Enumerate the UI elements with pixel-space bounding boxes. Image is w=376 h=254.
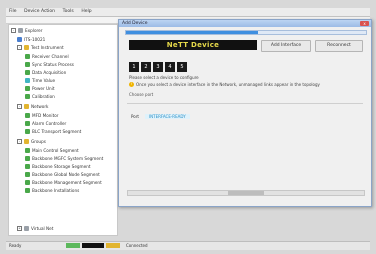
device-icon [25, 172, 30, 177]
instruction-text: Please select a device to configure [129, 75, 199, 80]
device-icon [25, 156, 30, 161]
folder-icon [24, 104, 29, 109]
add-device-dialog: Add Device x NeTT Device Add Interface R… [118, 19, 372, 207]
tree-item[interactable]: Calibration [25, 93, 55, 100]
tree-item[interactable]: - Test Instrument [17, 44, 64, 51]
menu-bar: File Device Action Tools Help [6, 8, 370, 17]
tree-item[interactable]: Backbone Installations [25, 187, 79, 194]
tree-item[interactable]: BLC Transport Segment [25, 128, 81, 135]
tree-item[interactable]: MFD Monitor [25, 112, 59, 119]
device-icon [25, 129, 30, 134]
device-icon [25, 148, 30, 153]
collapse-icon[interactable]: - [17, 139, 22, 144]
device-icon [25, 62, 30, 67]
device-icon [25, 94, 30, 99]
tree-item[interactable]: Backbone Storage Segment [25, 163, 91, 170]
folder-icon [24, 226, 29, 231]
tree-item[interactable]: - Network [17, 103, 48, 110]
warning-text: Once you select a device interface in th… [136, 82, 320, 87]
tree-item[interactable]: + Virtual Net [17, 225, 53, 232]
clock-icon [25, 78, 30, 83]
status-mid: Connected [126, 243, 148, 248]
tree-item[interactable]: Sync Status Process [25, 61, 74, 68]
navigation-tree: - Explorer ITS-10021 - Test Instrument R… [8, 24, 118, 236]
expand-icon[interactable]: + [17, 226, 22, 231]
collapse-icon[interactable]: - [17, 45, 22, 50]
warning-icon: ! [129, 82, 134, 87]
status-left: Ready [9, 243, 22, 248]
dialog-titlebar[interactable]: Add Device x [119, 20, 371, 27]
key-group: 1 2 3 4 5 [129, 62, 187, 72]
close-button[interactable]: x [360, 21, 369, 26]
key-4[interactable]: 4 [165, 62, 175, 72]
menu-tools[interactable]: Tools [60, 8, 77, 16]
collapse-icon[interactable]: - [17, 104, 22, 109]
warning-row: ! Once you select a device interface in … [129, 82, 320, 87]
folder-icon [18, 28, 23, 33]
device-icon [25, 70, 30, 75]
tree-item[interactable]: Data Acquisition [25, 69, 66, 76]
dialog-title: Add Device [122, 21, 148, 26]
tree-root[interactable]: - Explorer [11, 27, 42, 34]
tree-item[interactable]: Time Value [25, 77, 55, 84]
device-icon [25, 180, 30, 185]
choose-port-label: Choose port [129, 92, 154, 97]
tree-item[interactable]: - Groups [17, 138, 46, 145]
status-dark-indicator [82, 243, 104, 248]
tree-item[interactable]: Backbone Global Node Segment [25, 171, 100, 178]
tree-item[interactable]: Alarm Controller [25, 120, 66, 127]
status-ok-indicator [66, 243, 80, 248]
tree-item[interactable]: Receiver Channel [25, 53, 69, 60]
device-icon [25, 113, 30, 118]
reconnect-button[interactable]: Reconnect [315, 40, 363, 52]
collapse-icon[interactable]: - [11, 28, 16, 33]
tree-item[interactable]: Backbone MGFC System Segment [25, 155, 103, 162]
menu-device-action[interactable]: Device Action [21, 8, 58, 16]
server-icon [17, 37, 22, 42]
tree-item[interactable]: Main Control Segment [25, 147, 79, 154]
status-warn-indicator [106, 243, 120, 248]
progress-fill [126, 31, 258, 34]
key-3[interactable]: 3 [153, 62, 163, 72]
key-2[interactable]: 2 [141, 62, 151, 72]
menu-file[interactable]: File [6, 8, 20, 16]
device-banner: NeTT Device [129, 40, 257, 50]
device-icon [25, 164, 30, 169]
port-row-value[interactable]: INTERFACE-READY [145, 114, 190, 119]
horizontal-scrollbar[interactable] [127, 190, 365, 196]
device-icon [25, 121, 30, 126]
divider [127, 103, 363, 104]
tree-item[interactable]: Power Unit [25, 85, 55, 92]
key-1[interactable]: 1 [129, 62, 139, 72]
tree-item[interactable]: Backbone Management Segment [25, 179, 102, 186]
progress-bar [125, 30, 367, 35]
add-interface-button[interactable]: Add Interface [261, 40, 311, 52]
tree-item[interactable]: ITS-10021 [17, 36, 45, 43]
folder-icon [24, 139, 29, 144]
key-5[interactable]: 5 [177, 62, 187, 72]
device-icon [25, 188, 30, 193]
device-icon [25, 86, 30, 91]
menu-help[interactable]: Help [78, 8, 94, 16]
scrollbar-thumb[interactable] [228, 191, 264, 195]
folder-icon [24, 45, 29, 50]
status-bar: Ready Connected [6, 241, 370, 250]
port-row-label: Port [131, 114, 139, 119]
device-icon [25, 54, 30, 59]
